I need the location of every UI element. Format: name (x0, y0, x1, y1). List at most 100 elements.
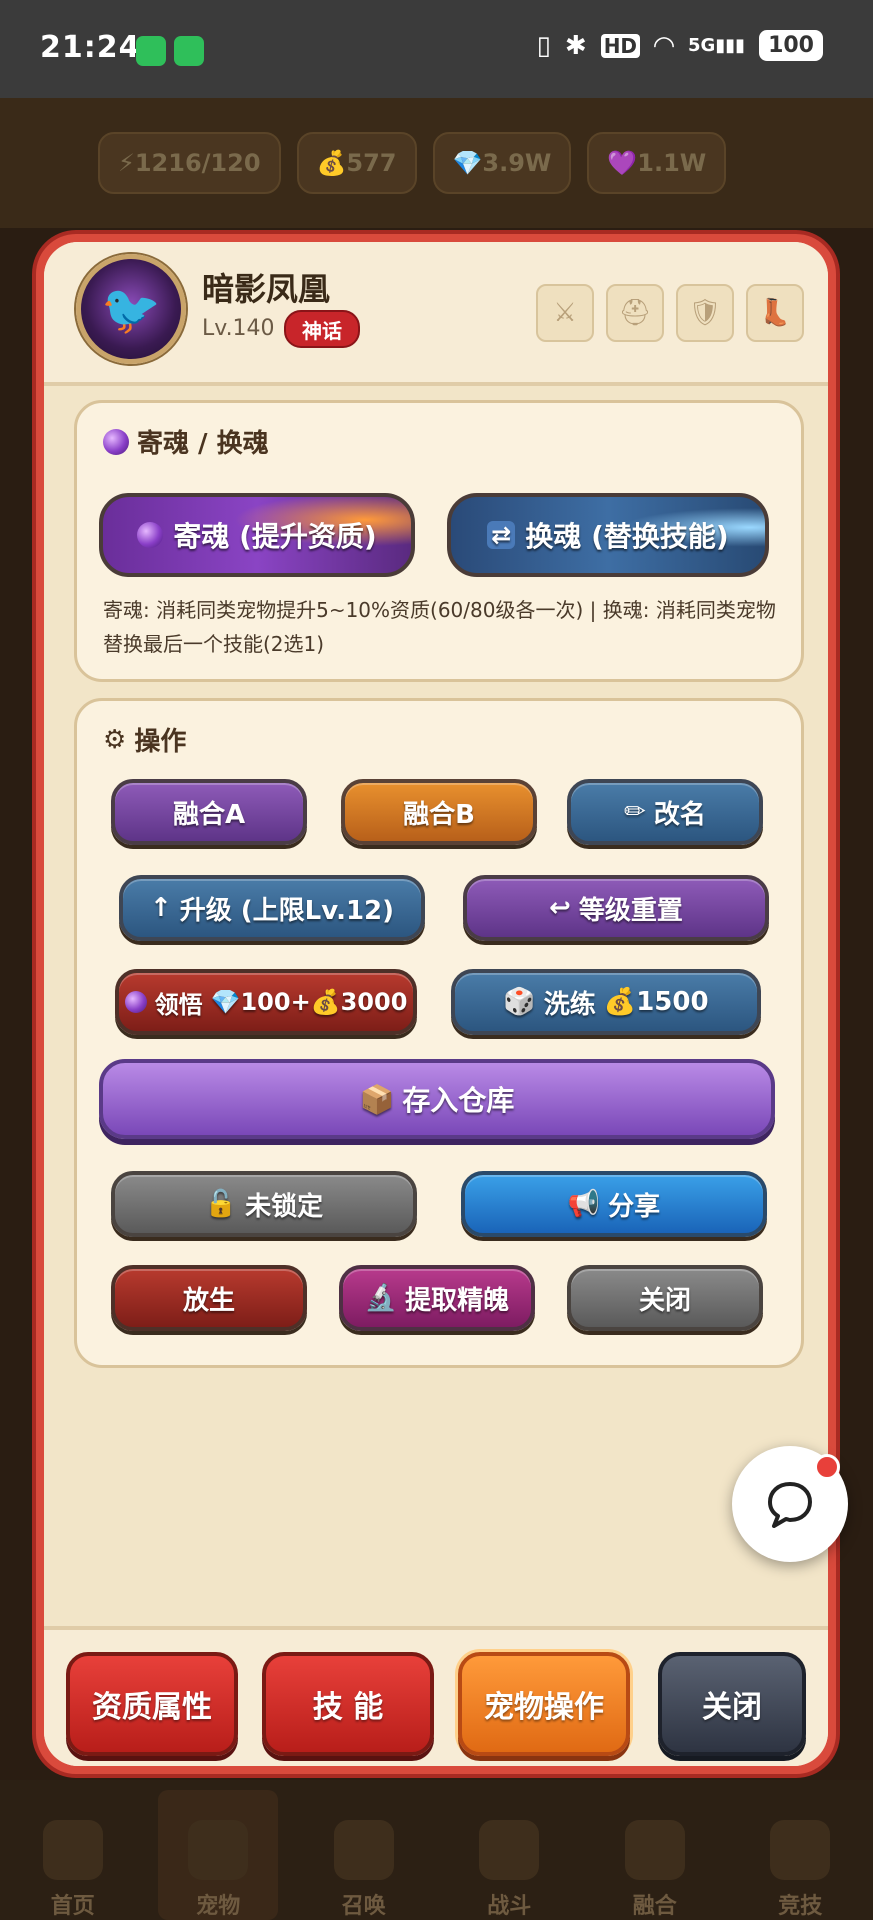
energy-counter: ⚡1216/120 (98, 132, 281, 194)
pet-name: 暗影凤凰 (202, 270, 331, 308)
return-icon: ↩ (549, 893, 571, 923)
pet-avatar[interactable]: 🐦 (76, 254, 186, 364)
boot-icon[interactable]: 👢 (746, 284, 804, 342)
swap-icon: ⇄ (487, 521, 516, 549)
lock-label: 未锁定 (245, 1191, 324, 1222)
operations-panel-title: ⚙ 操作 (103, 721, 186, 758)
notification-dot (814, 1454, 840, 1480)
tab-pet-operations[interactable]: 宠物操作 (458, 1652, 630, 1756)
fuse-b-button[interactable]: 融合B (341, 779, 537, 845)
soul-panel: 寄魂 / 换魂 寄魂 (提升资质) ⇄ 换魂 (替换技能) 寄魂: 消耗同类宠物… (74, 400, 804, 682)
rename-label: 改名 (653, 799, 706, 830)
soul-swap-button[interactable]: ⇄ 换魂 (替换技能) (447, 493, 769, 577)
soul-attach-label: 寄魂 (提升资质) (173, 520, 377, 553)
release-button[interactable]: 放生 (111, 1265, 307, 1331)
helmet-icon[interactable]: ⛑ (606, 284, 664, 342)
vibrate-icon: ▯ (536, 30, 551, 61)
paw-icon (188, 1820, 249, 1880)
refine-button[interactable]: 🎲 洗练 💰 1500 (451, 969, 761, 1035)
operations-panel: ⚙ 操作 融合A 融合B ✏ 改名 ↑ 升级 (上限Lv.12) ↩ 等级重置 (74, 698, 804, 1368)
crossed-swords-icon (479, 1820, 540, 1880)
modal-body: 🐦 暗影凤凰 Lv.140 神话 ⚔ ⛑ 🛡 👢 寄魂 / 换魂 寄魂 (提升资… (44, 242, 828, 1766)
nav-label: 首页 (50, 1894, 95, 1919)
gem-icon: 💎 (210, 988, 241, 1016)
comprehend-gold-cost: 3000 (340, 988, 408, 1016)
nav-label: 竞技 (778, 1894, 823, 1919)
store-label: 存入仓库 (402, 1084, 515, 1117)
gear-icon: ⚙ (103, 724, 127, 755)
lock-toggle-button[interactable]: 🔓 未锁定 (111, 1171, 417, 1237)
soul-panel-title-text: 寄魂 / 换魂 (137, 429, 269, 459)
rarity-badge: 神话 (284, 310, 360, 348)
operations-title-text: 操作 (134, 727, 187, 757)
hd-icon: HD (600, 33, 641, 58)
scroll-icon (333, 1820, 394, 1880)
crystal-ball-icon (124, 991, 147, 1013)
nav-home: 首页 (13, 1790, 133, 1920)
reset-level-label: 等级重置 (578, 895, 683, 926)
soul-panel-title: 寄魂 / 换魂 (103, 423, 269, 460)
close-modal-button[interactable]: 关闭 (658, 1652, 806, 1756)
refine-gold-cost: 1500 (636, 987, 709, 1017)
box-icon: 📦 (359, 1082, 395, 1116)
signal-icon: 5G▮▮▮ (688, 35, 746, 56)
close-ops-button[interactable]: 关闭 (567, 1265, 763, 1331)
pencil-icon: ✏ (624, 797, 646, 827)
resource-bar: ⚡1216/120 💰577 💎3.9W 💜1.1W (98, 132, 727, 194)
nav-battle: 战斗 (449, 1790, 569, 1920)
soul-counter: 💜1.1W (587, 132, 727, 194)
pet-detail-modal: 🐦 暗影凤凰 Lv.140 神话 ⚔ ⛑ 🛡 👢 寄魂 / 换魂 寄魂 (提升资… (36, 234, 836, 1774)
nav-fusion: 融合 (595, 1790, 715, 1920)
tab-aptitude[interactable]: 资质属性 (66, 1652, 238, 1756)
soul-description: 寄魂: 消耗同类宠物提升5~10%资质(60/80级各一次) | 换魂: 消耗同… (103, 598, 776, 656)
crystal-ball-icon (137, 522, 164, 548)
refine-label: 洗练 (543, 989, 596, 1020)
pet-header: 🐦 暗影凤凰 Lv.140 神话 ⚔ ⛑ 🛡 👢 (44, 242, 828, 386)
shield-app-icon (174, 36, 204, 66)
chat-button[interactable] (732, 1446, 848, 1562)
battery-saver-icon (136, 36, 166, 66)
soul-attach-button[interactable]: 寄魂 (提升资质) (99, 493, 415, 577)
network-type: 5G (688, 35, 716, 56)
soul-swap-label: 换魂 (替换技能) (525, 520, 729, 553)
rename-button[interactable]: ✏ 改名 (567, 779, 763, 845)
status-bar: 21:24 ▯ ✱ HD ◠ 5G▮▮▮ 100 (0, 0, 873, 98)
nav-summon: 召唤 (304, 1790, 424, 1920)
battery-icon: 100 (759, 30, 823, 61)
crystal-ball-icon (103, 428, 129, 455)
upgrade-button[interactable]: ↑ 升级 (上限Lv.12) (119, 875, 425, 941)
wifi-icon: ◠ (654, 30, 675, 61)
nav-label: 融合 (632, 1894, 677, 1919)
phoenix-icon: 🐦 (101, 281, 161, 338)
share-label: 分享 (608, 1191, 661, 1222)
sword-icon[interactable]: ⚔ (536, 284, 594, 342)
nav-label: 战斗 (487, 1894, 532, 1919)
store-warehouse-button[interactable]: 📦 存入仓库 (99, 1059, 775, 1139)
comprehend-label: 领悟 (154, 990, 203, 1019)
castle-icon (42, 1820, 103, 1880)
upgrade-label: 升级 (上限Lv.12) (179, 895, 395, 926)
share-button[interactable]: 📢 分享 (461, 1171, 767, 1237)
gold-counter: 💰577 (296, 132, 417, 194)
comprehend-gem-cost: 100+ (240, 988, 311, 1016)
tab-skills[interactable]: 技 能 (262, 1652, 434, 1756)
fuse-a-button[interactable]: 融合A (111, 779, 307, 845)
bluetooth-icon: ✱ (564, 30, 587, 61)
comprehend-button[interactable]: 领悟 💎 100+ 💰 3000 (115, 969, 417, 1035)
modal-tab-bar: 资质属性 技 能 宠物操作 关闭 (44, 1626, 828, 1766)
app-bottom-nav: 首页 宠物 召唤 战斗 融合 竞技 (0, 1790, 873, 1920)
pet-level: Lv.140 (202, 316, 275, 341)
gold-bag-icon: 💰 (310, 988, 341, 1016)
arrow-up-icon: ↑ (149, 893, 172, 923)
nav-label: 宠物 (196, 1894, 241, 1919)
trophy-icon (770, 1820, 831, 1880)
dragon-icon (624, 1820, 685, 1880)
megaphone-icon: 📢 (567, 1189, 601, 1219)
modal-content: 寄魂 / 换魂 寄魂 (提升资质) ⇄ 换魂 (替换技能) 寄魂: 消耗同类宠物… (44, 386, 828, 1626)
reset-level-button[interactable]: ↩ 等级重置 (463, 875, 769, 941)
extract-essence-button[interactable]: 🔬 提取精魄 (339, 1265, 535, 1331)
chat-bubble-icon (768, 1482, 812, 1528)
status-time: 21:24 (40, 30, 141, 65)
equipment-slots: ⚔ ⛑ 🛡 👢 (536, 284, 804, 342)
shield-icon[interactable]: 🛡 (676, 284, 734, 342)
